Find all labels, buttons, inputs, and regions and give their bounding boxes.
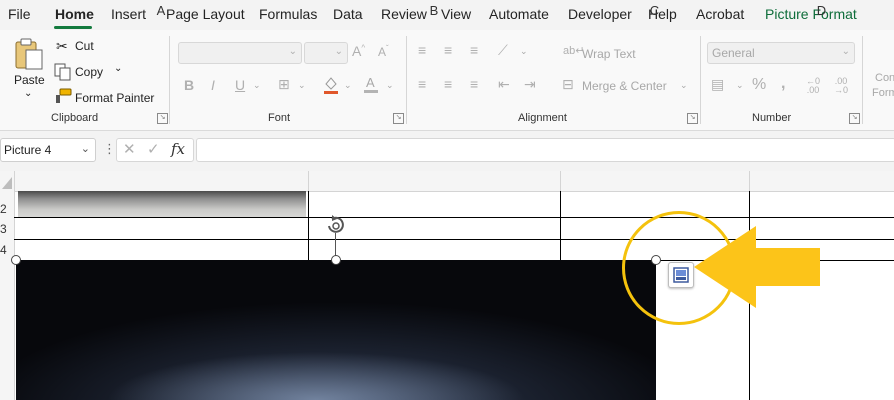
percent-style-icon[interactable]: % xyxy=(752,76,766,94)
column-gridline xyxy=(308,191,309,261)
align-center-icon[interactable]: ≡ xyxy=(444,76,452,92)
underline-icon[interactable]: U xyxy=(235,77,245,93)
align-right-icon[interactable]: ≡ xyxy=(470,76,478,92)
row-header-3[interactable]: 3 xyxy=(0,222,14,236)
yellow-pointer-arrow xyxy=(694,226,820,308)
increase-font-size-icon[interactable]: A^ xyxy=(352,43,365,59)
accounting-format-icon[interactable]: ▤ xyxy=(711,76,724,93)
group-divider xyxy=(862,36,863,124)
selected-picture[interactable] xyxy=(16,260,656,400)
copy-dropdown-chevron-icon[interactable]: ⌄ xyxy=(114,63,122,74)
formula-buttons: ✕ ✓ fx xyxy=(116,138,194,162)
clipboard-launcher-icon[interactable]: ↘ xyxy=(157,113,168,124)
conditional-formatting-label-line1[interactable]: Con xyxy=(875,72,894,84)
svg-text:A: A xyxy=(366,75,375,90)
group-divider xyxy=(406,36,407,124)
cancel-icon[interactable]: ✕ xyxy=(123,140,136,158)
chevron-down-icon: ⌄ xyxy=(288,46,297,57)
paste-icon xyxy=(15,38,43,70)
wrap-text-button[interactable]: Wrap Text xyxy=(582,47,636,61)
group-divider xyxy=(700,36,701,124)
column-headers xyxy=(0,171,894,192)
align-left-icon[interactable]: ≡ xyxy=(418,76,426,92)
name-box[interactable]: Picture 4 ⌄ xyxy=(0,138,96,162)
chevron-down-icon[interactable]: ⌄ xyxy=(736,80,744,91)
cut-icon: ✂ xyxy=(56,38,68,54)
paste-dropdown-chevron-icon[interactable]: ⌄ xyxy=(24,88,32,99)
column-divider xyxy=(560,171,561,191)
font-size-combo[interactable]: ⌄ xyxy=(304,42,348,64)
decrease-font-size-icon[interactable]: Aˇ xyxy=(378,44,389,59)
insert-function-icon[interactable]: fx xyxy=(171,140,185,158)
cut-button[interactable]: Cut xyxy=(75,39,94,53)
number-format-combo[interactable]: General ⌄ xyxy=(707,42,855,64)
merge-center-button[interactable]: Merge & Center xyxy=(582,79,667,93)
align-bottom-icon[interactable]: ≡ xyxy=(470,42,478,58)
borders-icon[interactable]: ⊞ xyxy=(278,76,290,93)
number-launcher-icon[interactable]: ↘ xyxy=(849,113,860,124)
increase-decimal-icon[interactable]: ←0.00 xyxy=(806,77,820,95)
conditional-formatting-label-line2[interactable]: Form xyxy=(872,87,894,99)
chevron-down-icon[interactable]: ⌄ xyxy=(680,80,688,91)
chevron-down-icon[interactable]: ⌄ xyxy=(386,80,394,91)
chevron-down-icon[interactable]: ⌄ xyxy=(520,46,528,57)
column-divider xyxy=(749,171,750,191)
chevron-down-icon[interactable]: ⌄ xyxy=(298,80,306,91)
align-top-icon[interactable]: ≡ xyxy=(418,42,426,58)
column-header-a[interactable]: A xyxy=(14,3,308,18)
group-divider xyxy=(169,36,170,124)
enter-check-icon[interactable]: ✓ xyxy=(147,140,160,158)
chevron-down-icon[interactable]: ⌄ xyxy=(81,142,90,155)
resize-handle-top-middle[interactable] xyxy=(331,255,341,265)
alignment-group-label: Alignment xyxy=(518,112,567,124)
paste-label[interactable]: Paste xyxy=(14,73,45,87)
number-format-value: General xyxy=(712,46,755,60)
more-options-icon[interactable]: ⋮ xyxy=(103,141,116,157)
format-painter-icon xyxy=(56,88,72,103)
row-gridline xyxy=(14,217,894,218)
orientation-icon[interactable]: ⟋ xyxy=(498,42,508,59)
bold-icon[interactable]: B xyxy=(184,77,194,93)
active-tab-indicator xyxy=(54,26,92,29)
select-all-corner[interactable] xyxy=(0,171,14,191)
chevron-down-icon: ⌄ xyxy=(334,46,343,57)
font-group-label: Font xyxy=(268,112,291,124)
row-header-2[interactable]: 2 xyxy=(0,202,14,216)
row-header-4[interactable]: 4 xyxy=(0,243,14,257)
number-group-label: Number xyxy=(752,112,792,124)
copy-button[interactable]: Copy xyxy=(75,65,103,79)
font-color-icon[interactable]: A xyxy=(363,74,379,94)
chevron-down-icon[interactable]: ⌄ xyxy=(253,80,261,91)
chevron-down-icon: ⌄ xyxy=(841,46,850,57)
font-name-combo[interactable]: ⌄ xyxy=(178,42,302,64)
decrease-decimal-icon[interactable]: .00 →0 xyxy=(834,77,848,95)
align-middle-icon[interactable]: ≡ xyxy=(444,42,452,58)
decrease-indent-icon[interactable]: ⇤ xyxy=(498,76,510,93)
font-launcher-icon[interactable]: ↘ xyxy=(393,113,404,124)
rotate-handle-icon[interactable] xyxy=(324,214,348,236)
alignment-launcher-icon[interactable]: ↘ xyxy=(687,113,698,124)
copy-icon xyxy=(54,63,71,81)
merge-center-icon: ⊟ xyxy=(562,76,574,92)
column-divider xyxy=(308,171,309,191)
increase-indent-icon[interactable]: ⇥ xyxy=(524,76,536,93)
chevron-down-icon[interactable]: ⌄ xyxy=(344,80,352,91)
format-painter-button[interactable]: Format Painter xyxy=(75,91,154,105)
column-gridline xyxy=(560,191,561,261)
resize-handle-top-left[interactable] xyxy=(11,255,21,265)
column-header-b[interactable]: B xyxy=(308,3,560,18)
paste-button[interactable] xyxy=(12,37,46,71)
comma-style-icon[interactable]: , xyxy=(781,75,785,93)
picture-above[interactable] xyxy=(18,191,306,217)
column-divider xyxy=(14,171,15,191)
name-box-value: Picture 4 xyxy=(4,143,52,157)
fill-color-icon[interactable] xyxy=(322,75,340,95)
formula-input[interactable] xyxy=(196,138,894,162)
column-header-d[interactable]: D xyxy=(749,3,894,18)
italic-icon[interactable]: I xyxy=(211,77,215,93)
clipboard-group-label: Clipboard xyxy=(51,112,99,124)
column-header-c[interactable]: C xyxy=(560,3,749,18)
